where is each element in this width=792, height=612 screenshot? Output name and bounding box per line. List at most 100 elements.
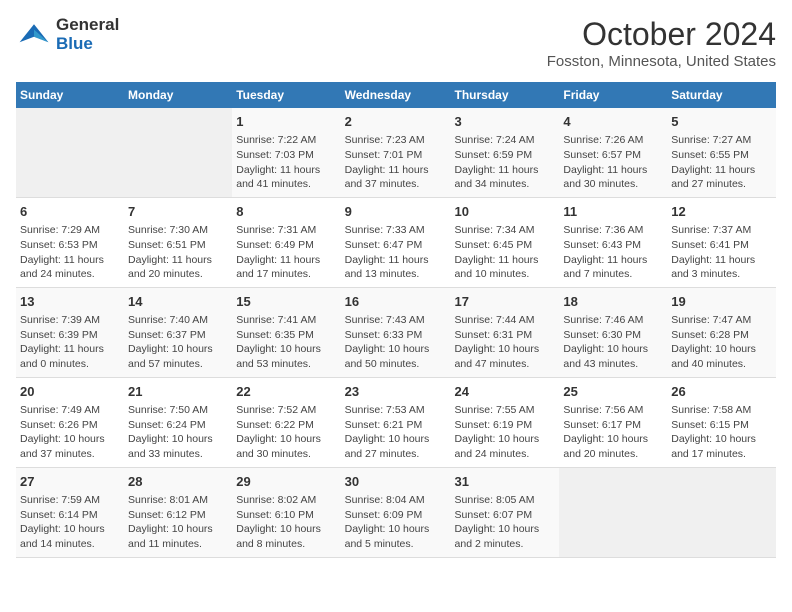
day-cell: 17 Sunrise: 7:44 AMSunset: 6:31 PMDayligh… xyxy=(451,287,560,377)
calendar-header: SundayMondayTuesdayWednesdayThursdayFrid… xyxy=(16,82,776,108)
day-number: 30 xyxy=(345,473,447,491)
day-number: 20 xyxy=(20,383,120,401)
calendar-body: 1 Sunrise: 7:22 AMSunset: 7:03 PMDaylight… xyxy=(16,108,776,557)
day-number: 7 xyxy=(128,203,228,221)
column-header-friday: Friday xyxy=(559,82,667,108)
day-info: Sunrise: 7:41 AMSunset: 6:35 PMDaylight:… xyxy=(236,313,336,372)
day-info: Sunrise: 8:04 AMSunset: 6:09 PMDaylight:… xyxy=(345,493,447,552)
week-row-2: 6 Sunrise: 7:29 AMSunset: 6:53 PMDaylight… xyxy=(16,197,776,287)
day-cell: 4 Sunrise: 7:26 AMSunset: 6:57 PMDaylight… xyxy=(559,108,667,197)
day-number: 18 xyxy=(563,293,663,311)
day-number: 11 xyxy=(563,203,663,221)
day-cell: 30 Sunrise: 8:04 AMSunset: 6:09 PMDayligh… xyxy=(341,467,451,557)
day-cell: 6 Sunrise: 7:29 AMSunset: 6:53 PMDaylight… xyxy=(16,197,124,287)
day-number: 17 xyxy=(455,293,556,311)
day-info: Sunrise: 7:30 AMSunset: 6:51 PMDaylight:… xyxy=(128,223,228,282)
week-row-5: 27 Sunrise: 7:59 AMSunset: 6:14 PMDayligh… xyxy=(16,467,776,557)
header-row: SundayMondayTuesdayWednesdayThursdayFrid… xyxy=(16,82,776,108)
day-info: Sunrise: 7:46 AMSunset: 6:30 PMDaylight:… xyxy=(563,313,663,372)
day-cell: 2Sunrise: 7:23 AMSunset: 7:01 PMDaylight… xyxy=(341,108,451,197)
day-cell: 22Sunrise: 7:52 AMSunset: 6:22 PMDayligh… xyxy=(232,377,340,467)
day-number: 1 xyxy=(236,113,336,131)
column-header-wednesday: Wednesday xyxy=(341,82,451,108)
day-cell: 20Sunrise: 7:49 AMSunset: 6:26 PMDayligh… xyxy=(16,377,124,467)
logo-icon xyxy=(16,17,52,53)
day-number: 6 xyxy=(20,203,120,221)
day-info: Sunrise: 7:53 AMSunset: 6:21 PMDaylight:… xyxy=(345,403,447,462)
column-header-sunday: Sunday xyxy=(16,82,124,108)
day-number: 21 xyxy=(128,383,228,401)
column-header-tuesday: Tuesday xyxy=(232,82,340,108)
day-cell: 19 Sunrise: 7:47 AMSunset: 6:28 PMDayligh… xyxy=(667,287,776,377)
day-cell: 26 Sunrise: 7:58 AMSunset: 6:15 PMDayligh… xyxy=(667,377,776,467)
day-info: Sunrise: 7:37 AMSunset: 6:41 PMDaylight:… xyxy=(671,223,772,282)
day-number: 4 xyxy=(563,113,663,131)
day-info: Sunrise: 7:24 AMSunset: 6:59 PMDaylight:… xyxy=(455,133,556,192)
day-number: 3 xyxy=(455,113,556,131)
day-cell: 23 Sunrise: 7:53 AMSunset: 6:21 PMDayligh… xyxy=(341,377,451,467)
day-cell: 25Sunrise: 7:56 AMSunset: 6:17 PMDayligh… xyxy=(559,377,667,467)
title-block: October 2024 Fosston, Minnesota, United … xyxy=(547,16,776,70)
logo-line2: Blue xyxy=(56,35,119,54)
day-cell: 13Sunrise: 7:39 AMSunset: 6:39 PMDayligh… xyxy=(16,287,124,377)
day-cell: 14 Sunrise: 7:40 AMSunset: 6:37 PMDayligh… xyxy=(124,287,232,377)
day-cell xyxy=(667,467,776,557)
day-number: 5 xyxy=(671,113,772,131)
day-info: Sunrise: 7:31 AMSunset: 6:49 PMDaylight:… xyxy=(236,223,336,282)
day-number: 2 xyxy=(345,113,447,131)
day-info: Sunrise: 8:02 AMSunset: 6:10 PMDaylight:… xyxy=(236,493,336,552)
day-number: 15 xyxy=(236,293,336,311)
day-number: 12 xyxy=(671,203,772,221)
day-info: Sunrise: 7:40 AMSunset: 6:37 PMDaylight:… xyxy=(128,313,228,372)
week-row-1: 1 Sunrise: 7:22 AMSunset: 7:03 PMDaylight… xyxy=(16,108,776,197)
day-number: 25 xyxy=(563,383,663,401)
day-number: 26 xyxy=(671,383,772,401)
day-info: Sunrise: 7:58 AMSunset: 6:15 PMDaylight:… xyxy=(671,403,772,462)
day-number: 16 xyxy=(345,293,447,311)
day-info: Sunrise: 7:29 AMSunset: 6:53 PMDaylight:… xyxy=(20,223,120,282)
day-info: Sunrise: 7:26 AMSunset: 6:57 PMDaylight:… xyxy=(563,133,663,192)
day-number: 9 xyxy=(345,203,447,221)
day-info: Sunrise: 7:43 AMSunset: 6:33 PMDaylight:… xyxy=(345,313,447,372)
day-cell: 8Sunrise: 7:31 AMSunset: 6:49 PMDaylight… xyxy=(232,197,340,287)
day-cell: 11Sunrise: 7:36 AMSunset: 6:43 PMDayligh… xyxy=(559,197,667,287)
day-cell: 1 Sunrise: 7:22 AMSunset: 7:03 PMDaylight… xyxy=(232,108,340,197)
day-info: Sunrise: 7:59 AMSunset: 6:14 PMDaylight:… xyxy=(20,493,120,552)
day-info: Sunrise: 8:01 AMSunset: 6:12 PMDaylight:… xyxy=(128,493,228,552)
day-info: Sunrise: 7:27 AMSunset: 6:55 PMDaylight:… xyxy=(671,133,772,192)
day-cell: 29Sunrise: 8:02 AMSunset: 6:10 PMDayligh… xyxy=(232,467,340,557)
day-number: 19 xyxy=(671,293,772,311)
day-cell: 31Sunrise: 8:05 AMSunset: 6:07 PMDayligh… xyxy=(451,467,560,557)
day-number: 31 xyxy=(455,473,556,491)
calendar-subtitle: Fosston, Minnesota, United States xyxy=(547,53,776,70)
day-info: Sunrise: 7:22 AMSunset: 7:03 PMDaylight:… xyxy=(236,133,336,192)
day-info: Sunrise: 7:34 AMSunset: 6:45 PMDaylight:… xyxy=(455,223,556,282)
day-cell xyxy=(559,467,667,557)
day-cell: 16 Sunrise: 7:43 AMSunset: 6:33 PMDayligh… xyxy=(341,287,451,377)
day-number: 22 xyxy=(236,383,336,401)
day-cell: 10Sunrise: 7:34 AMSunset: 6:45 PMDayligh… xyxy=(451,197,560,287)
day-info: Sunrise: 7:33 AMSunset: 6:47 PMDaylight:… xyxy=(345,223,447,282)
day-info: Sunrise: 7:44 AMSunset: 6:31 PMDaylight:… xyxy=(455,313,556,372)
day-info: Sunrise: 7:47 AMSunset: 6:28 PMDaylight:… xyxy=(671,313,772,372)
day-cell: 15 Sunrise: 7:41 AMSunset: 6:35 PMDayligh… xyxy=(232,287,340,377)
calendar-title: October 2024 xyxy=(547,16,776,53)
column-header-saturday: Saturday xyxy=(667,82,776,108)
day-cell: 18 Sunrise: 7:46 AMSunset: 6:30 PMDayligh… xyxy=(559,287,667,377)
day-number: 14 xyxy=(128,293,228,311)
day-cell: 28Sunrise: 8:01 AMSunset: 6:12 PMDayligh… xyxy=(124,467,232,557)
column-header-thursday: Thursday xyxy=(451,82,560,108)
day-number: 27 xyxy=(20,473,120,491)
week-row-3: 13Sunrise: 7:39 AMSunset: 6:39 PMDayligh… xyxy=(16,287,776,377)
calendar-table: SundayMondayTuesdayWednesdayThursdayFrid… xyxy=(16,82,776,558)
day-number: 23 xyxy=(345,383,447,401)
day-cell: 27 Sunrise: 7:59 AMSunset: 6:14 PMDayligh… xyxy=(16,467,124,557)
day-number: 24 xyxy=(455,383,556,401)
day-info: Sunrise: 7:55 AMSunset: 6:19 PMDaylight:… xyxy=(455,403,556,462)
logo: General Blue xyxy=(16,16,119,53)
logo-line1: General xyxy=(56,16,119,35)
day-cell: 7 Sunrise: 7:30 AMSunset: 6:51 PMDaylight… xyxy=(124,197,232,287)
day-cell: 24 Sunrise: 7:55 AMSunset: 6:19 PMDayligh… xyxy=(451,377,560,467)
column-header-monday: Monday xyxy=(124,82,232,108)
day-cell xyxy=(124,108,232,197)
